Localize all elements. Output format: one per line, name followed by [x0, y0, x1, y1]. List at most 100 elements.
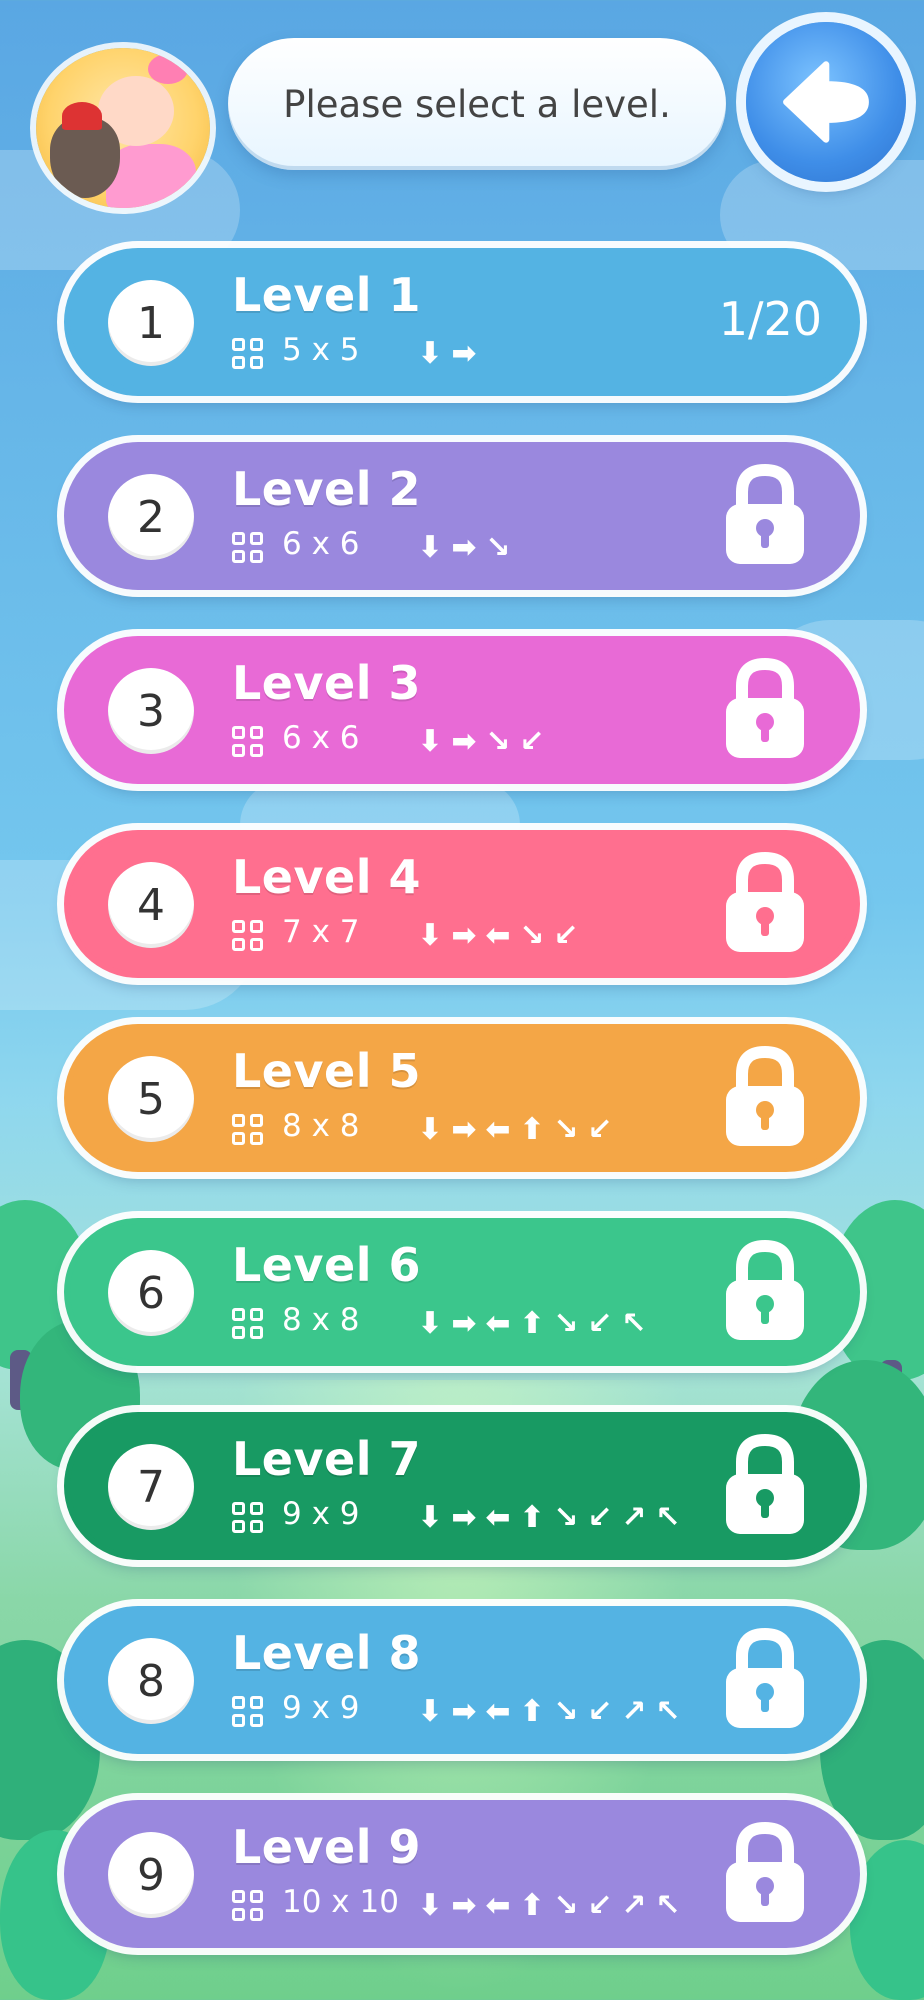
level-number-badge: 3	[108, 668, 194, 754]
direction-arrows: ⬇ ➡ ⬅ ↘ ↙	[414, 917, 582, 953]
level-title: Level 8	[232, 1626, 421, 1680]
level-title: Level 7	[232, 1432, 421, 1486]
grid-icon	[232, 1114, 266, 1148]
down-right-arrow-icon: ↘	[519, 917, 545, 953]
grid-icon	[232, 920, 266, 954]
level-number-badge: 4	[108, 862, 194, 948]
down-left-arrow-icon: ↙	[587, 1305, 613, 1341]
down-right-arrow-icon: ↘	[553, 1887, 579, 1923]
grid-icon	[232, 726, 266, 760]
left-arrow-icon: ⬅	[485, 917, 511, 953]
left-arrow-icon: ⬅	[485, 1305, 511, 1341]
grid-icon	[232, 1890, 266, 1924]
up-left-arrow-icon: ↖	[655, 1693, 681, 1729]
down-arrow-icon: ⬇	[417, 1887, 443, 1923]
grid-size: 5 x 5	[282, 332, 360, 368]
level-row-2[interactable]: 2 Level 2 6 x 6 ⬇ ➡ ↘	[64, 442, 860, 590]
level-title: Level 3	[232, 656, 421, 710]
prompt-text: Please select a level.	[283, 82, 671, 126]
down-arrow-icon: ⬇	[417, 723, 443, 759]
up-right-arrow-icon: ↗	[621, 1887, 647, 1923]
direction-arrows: ⬇ ➡ ⬅ ⬆ ↘ ↙ ↗ ↖	[414, 1693, 684, 1729]
grid-size: 8 x 8	[282, 1108, 360, 1144]
down-left-arrow-icon: ↙	[587, 1887, 613, 1923]
lock-icon	[720, 1432, 810, 1538]
down-left-arrow-icon: ↙	[587, 1499, 613, 1535]
grid-icon	[232, 532, 266, 566]
up-arrow-icon: ⬆	[519, 1111, 545, 1147]
direction-arrows: ⬇ ➡ ↘ ↙	[414, 723, 548, 759]
grid-size: 6 x 6	[282, 720, 360, 756]
up-left-arrow-icon: ↖	[655, 1887, 681, 1923]
down-right-arrow-icon: ↘	[553, 1499, 579, 1535]
up-arrow-icon: ⬆	[519, 1499, 545, 1535]
down-arrow-icon: ⬇	[417, 1499, 443, 1535]
down-right-arrow-icon: ↘	[553, 1305, 579, 1341]
down-right-arrow-icon: ↘	[485, 723, 511, 759]
grid-size: 10 x 10	[282, 1884, 399, 1920]
level-row-5[interactable]: 5 Level 5 8 x 8 ⬇ ➡ ⬅ ⬆ ↘ ↙	[64, 1024, 860, 1172]
down-arrow-icon: ⬇	[417, 335, 443, 371]
direction-arrows: ⬇ ➡	[414, 335, 480, 371]
select-level-prompt: Please select a level.	[228, 38, 726, 170]
lock-icon	[720, 462, 810, 568]
level-number-badge: 5	[108, 1056, 194, 1142]
level-progress: 1/20	[718, 292, 822, 346]
level-number-badge: 2	[108, 474, 194, 560]
right-arrow-icon: ➡	[451, 1499, 477, 1535]
grid-icon	[232, 1502, 266, 1536]
grid-icon	[232, 1308, 266, 1342]
lock-icon	[720, 1044, 810, 1150]
left-arrow-icon: ⬅	[485, 1887, 511, 1923]
left-arrow-icon: ⬅	[485, 1499, 511, 1535]
down-arrow-icon: ⬇	[417, 1693, 443, 1729]
level-title: Level 9	[232, 1820, 421, 1874]
up-arrow-icon: ⬆	[519, 1305, 545, 1341]
back-arrow-icon	[783, 61, 869, 143]
level-row-7[interactable]: 7 Level 7 9 x 9 ⬇ ➡ ⬅ ⬆ ↘ ↙ ↗ ↖	[64, 1412, 860, 1560]
grid-icon	[232, 338, 266, 372]
level-row-6[interactable]: 6 Level 6 8 x 8 ⬇ ➡ ⬅ ⬆ ↘ ↙ ↖	[64, 1218, 860, 1366]
lock-icon	[720, 850, 810, 956]
direction-arrows: ⬇ ➡ ⬅ ⬆ ↘ ↙ ↖	[414, 1305, 650, 1341]
up-left-arrow-icon: ↖	[621, 1305, 647, 1341]
left-arrow-icon: ⬅	[485, 1693, 511, 1729]
down-arrow-icon: ⬇	[417, 917, 443, 953]
down-left-arrow-icon: ↙	[553, 917, 579, 953]
level-row-8[interactable]: 8 Level 8 9 x 9 ⬇ ➡ ⬅ ⬆ ↘ ↙ ↗ ↖	[64, 1606, 860, 1754]
level-row-1[interactable]: 1 Level 1 5 x 5 ⬇ ➡ 1/20	[64, 248, 860, 396]
down-left-arrow-icon: ↙	[519, 723, 545, 759]
down-left-arrow-icon: ↙	[587, 1693, 613, 1729]
lock-icon	[720, 1626, 810, 1732]
character-avatar-icon	[36, 48, 210, 208]
right-arrow-icon: ➡	[451, 917, 477, 953]
right-arrow-icon: ➡	[451, 1887, 477, 1923]
up-arrow-icon: ⬆	[519, 1693, 545, 1729]
grid-size: 7 x 7	[282, 914, 360, 950]
level-number-badge: 1	[108, 280, 194, 366]
down-right-arrow-icon: ↘	[485, 529, 511, 565]
direction-arrows: ⬇ ➡ ⬅ ⬆ ↘ ↙ ↗ ↖	[414, 1499, 684, 1535]
up-left-arrow-icon: ↖	[655, 1499, 681, 1535]
back-button[interactable]	[746, 22, 906, 182]
down-right-arrow-icon: ↘	[553, 1693, 579, 1729]
level-title: Level 5	[232, 1044, 421, 1098]
level-row-9[interactable]: 9 Level 9 10 x 10 ⬇ ➡ ⬅ ⬆ ↘ ↙ ↗ ↖	[64, 1800, 860, 1948]
grid-size: 6 x 6	[282, 526, 360, 562]
level-row-3[interactable]: 3 Level 3 6 x 6 ⬇ ➡ ↘ ↙	[64, 636, 860, 784]
level-title: Level 1	[232, 268, 421, 322]
down-left-arrow-icon: ↙	[587, 1111, 613, 1147]
down-arrow-icon: ⬇	[417, 1305, 443, 1341]
level-row-4[interactable]: 4 Level 4 7 x 7 ⬇ ➡ ⬅ ↘ ↙	[64, 830, 860, 978]
left-arrow-icon: ⬅	[485, 1111, 511, 1147]
lock-icon	[720, 656, 810, 762]
down-arrow-icon: ⬇	[417, 1111, 443, 1147]
right-arrow-icon: ➡	[451, 1111, 477, 1147]
up-right-arrow-icon: ↗	[621, 1693, 647, 1729]
right-arrow-icon: ➡	[451, 1693, 477, 1729]
down-right-arrow-icon: ↘	[553, 1111, 579, 1147]
grid-size: 9 x 9	[282, 1496, 360, 1532]
grid-icon	[232, 1696, 266, 1730]
direction-arrows: ⬇ ➡ ⬅ ⬆ ↘ ↙	[414, 1111, 616, 1147]
up-right-arrow-icon: ↗	[621, 1499, 647, 1535]
